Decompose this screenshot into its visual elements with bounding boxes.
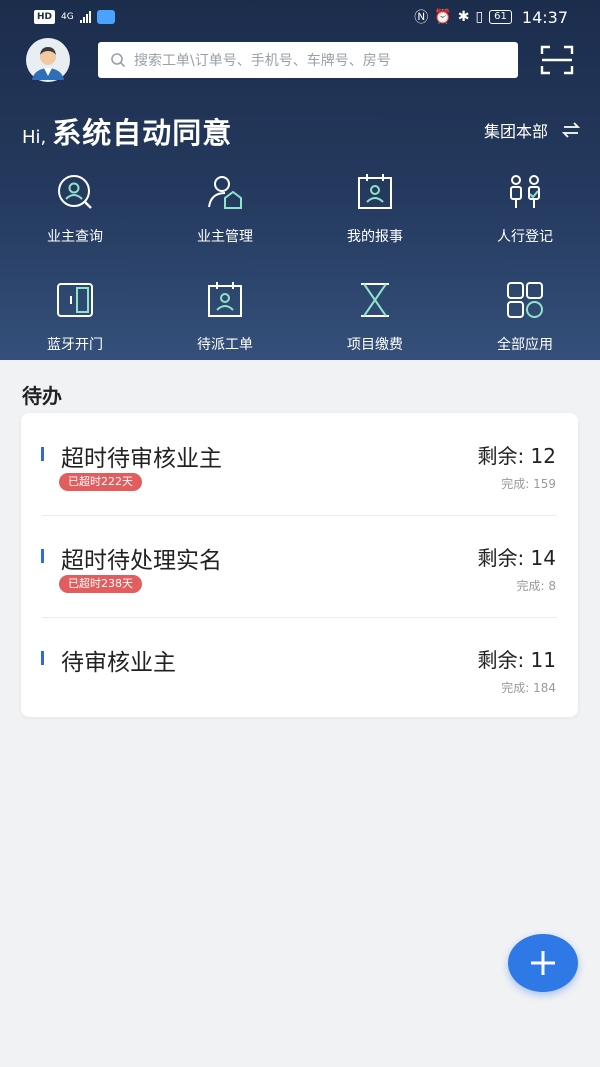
top-bar: 搜索工单\订单号、手机号、车牌号、房号	[0, 38, 600, 82]
pedestrian-register-icon	[510, 175, 540, 208]
nfc-icon: Ⓝ	[414, 10, 429, 26]
todo-marker	[41, 447, 44, 461]
todo-completed: 完成: 184	[501, 681, 556, 695]
action-all-apps[interactable]: 全部应用	[450, 280, 600, 354]
hourglass-icon	[361, 283, 389, 317]
action-bluetooth-door[interactable]: 蓝牙开门	[0, 280, 150, 354]
action-label: 人行登记	[497, 229, 553, 245]
owner-search-icon	[58, 175, 92, 209]
battery-indicator: 61	[489, 10, 512, 24]
action-label: 项目缴费	[347, 337, 403, 353]
plus-icon	[531, 951, 555, 975]
pending-dispatch-icon	[208, 282, 242, 317]
todo-item-title: 超时待审核业主	[61, 446, 222, 472]
todo-card: 超时待审核业主 已超时222天 剩余: 12 完成: 159 超时待处理实名 已…	[21, 413, 578, 717]
action-project-payment[interactable]: 项目缴费	[300, 280, 450, 354]
action-pedestrian-register[interactable]: 人行登记	[450, 172, 600, 246]
todo-remaining: 剩余: 12	[477, 444, 556, 468]
status-bar: HD 4G Ⓝ ⏰ ✱ ▯ 61 14:37	[0, 0, 600, 34]
todo-item[interactable]: 待审核业主 剩余: 11 完成: 184	[21, 617, 578, 718]
overdue-badge: 已超时222天	[59, 473, 142, 491]
greeting-hi: Hi,	[22, 127, 47, 148]
todo-item-title: 超时待处理实名	[61, 548, 222, 574]
signal-icon	[79, 11, 91, 23]
todo-marker	[41, 549, 44, 563]
all-apps-icon	[507, 282, 543, 318]
alarm-icon: ⏰	[434, 9, 452, 25]
user-name: 系统自动同意	[52, 116, 233, 150]
clock: 14:37	[521, 7, 568, 27]
hd-indicator: HD	[34, 10, 56, 24]
todo-title: 待办	[22, 384, 62, 408]
action-label: 蓝牙开门	[47, 337, 103, 353]
header: HD 4G Ⓝ ⏰ ✱ ▯ 61 14:37 搜索工单\订单号、手机号、车牌号、…	[0, 0, 600, 360]
scan-icon[interactable]	[540, 44, 574, 76]
search-input[interactable]: 搜索工单\订单号、手机号、车牌号、房号	[98, 42, 518, 78]
org-switcher[interactable]: 集团本部	[484, 118, 580, 142]
app-notification-icon	[96, 10, 115, 24]
action-label: 全部应用	[497, 337, 553, 353]
todo-remaining: 剩余: 14	[477, 546, 556, 570]
todo-item[interactable]: 超时待审核业主 已超时222天 剩余: 12 完成: 159	[21, 413, 578, 514]
todo-item[interactable]: 超时待处理实名 已超时238天 剩余: 14 完成: 8	[21, 515, 578, 616]
search-placeholder: 搜索工单\订单号、手机号、车牌号、房号	[134, 53, 391, 69]
greeting: Hi, 系统自动同意	[22, 110, 232, 152]
todo-completed: 完成: 159	[501, 477, 556, 491]
switch-icon	[562, 122, 580, 138]
action-owner-search[interactable]: 业主查询	[0, 172, 150, 246]
todo-item-title: 待审核业主	[61, 650, 176, 676]
my-report-icon	[358, 174, 392, 209]
bluetooth-icon: ✱	[457, 9, 470, 25]
todo-completed: 完成: 8	[516, 579, 557, 593]
org-label: 集团本部	[483, 122, 548, 141]
vibrate-icon: ▯	[475, 9, 484, 25]
action-pending-dispatch[interactable]: 待派工单	[150, 280, 300, 354]
action-owner-manage[interactable]: 业主管理	[150, 172, 300, 246]
todo-remaining: 剩余: 11	[477, 648, 556, 672]
network-type: 4G	[61, 12, 74, 22]
action-my-report[interactable]: 我的报事	[300, 172, 450, 246]
overdue-badge: 已超时238天	[59, 575, 142, 593]
avatar[interactable]	[20, 38, 76, 82]
action-label: 我的报事	[347, 229, 403, 245]
action-label: 业主查询	[47, 229, 103, 245]
quick-actions-grid: 业主查询 业主管理 我的报事 人行登记 蓝牙开门 待派工单 项目缴费 全部应用	[0, 172, 600, 354]
todo-marker	[41, 651, 44, 665]
action-label: 待派工单	[197, 337, 253, 353]
search-icon	[111, 53, 126, 68]
owner-manage-icon	[208, 176, 242, 209]
add-button[interactable]	[508, 934, 578, 992]
action-label: 业主管理	[197, 229, 253, 245]
bluetooth-door-icon	[57, 283, 93, 317]
